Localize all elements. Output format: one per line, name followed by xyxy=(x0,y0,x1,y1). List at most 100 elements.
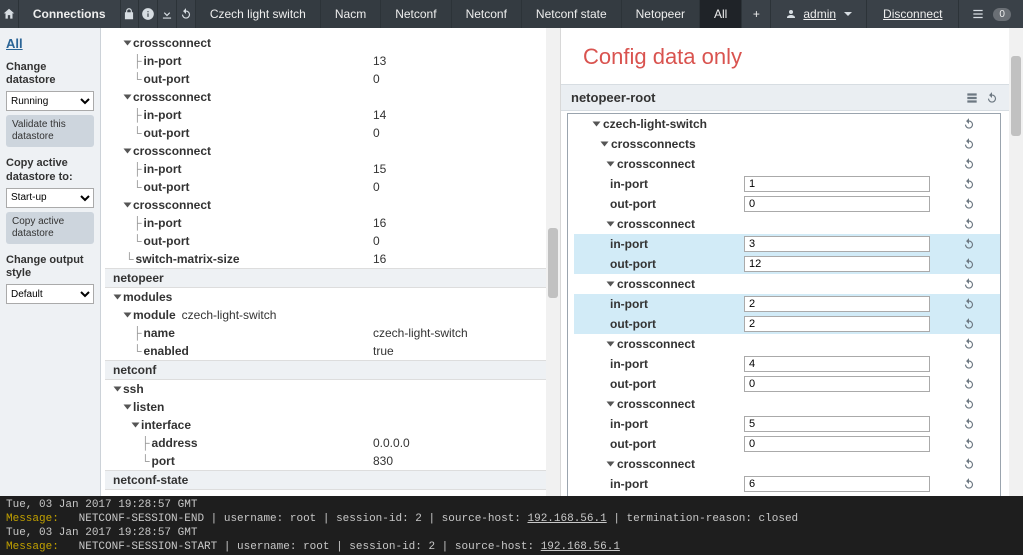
toggle-icon[interactable] xyxy=(124,41,132,46)
toggle-icon[interactable] xyxy=(607,342,615,347)
copy-datastore-button[interactable]: Copy active datastore xyxy=(6,212,94,244)
toggle-icon[interactable] xyxy=(114,295,122,300)
cfg-node[interactable]: crossconnect xyxy=(617,217,695,231)
notifications[interactable]: 0 xyxy=(958,0,1023,28)
tree-node[interactable]: modules xyxy=(123,290,172,304)
refresh-icon[interactable] xyxy=(985,91,999,105)
tree-leaf: port xyxy=(152,454,175,468)
refresh-icon[interactable] xyxy=(962,397,976,411)
cfg-out-port-row: out-port xyxy=(574,194,1000,214)
toggle-icon[interactable] xyxy=(124,405,132,410)
toggle-icon[interactable] xyxy=(124,313,132,318)
cfg-node[interactable]: crossconnect xyxy=(617,457,695,471)
refresh-icon[interactable] xyxy=(962,337,976,351)
toggle-icon[interactable] xyxy=(132,423,140,428)
refresh-icon[interactable] xyxy=(962,117,976,131)
refresh-icon[interactable] xyxy=(962,477,976,491)
toggle-icon[interactable] xyxy=(607,282,615,287)
copy-target-select[interactable]: Start-up xyxy=(6,188,94,208)
tree-node[interactable]: listen xyxy=(133,400,164,414)
out-port-input[interactable] xyxy=(744,436,930,452)
toggle-icon[interactable] xyxy=(124,203,132,208)
tree-node[interactable]: interface xyxy=(141,418,191,432)
user-menu[interactable]: admin xyxy=(770,0,866,28)
tab-netconf-1[interactable]: Netconf xyxy=(381,0,451,28)
cfg-in-port-row: in-port xyxy=(574,414,1000,434)
action-icon[interactable] xyxy=(965,91,979,105)
tree-node[interactable]: crossconnect xyxy=(133,144,211,158)
refresh-icon[interactable] xyxy=(962,437,976,451)
refresh-icon[interactable] xyxy=(962,317,976,331)
toggle-icon[interactable] xyxy=(607,402,615,407)
toggle-icon[interactable] xyxy=(607,162,615,167)
tree-node[interactable]: ssh xyxy=(123,382,144,396)
cfg-node[interactable]: crossconnect xyxy=(617,337,695,351)
sidebar-all-link[interactable]: All xyxy=(6,36,94,51)
refresh-icon[interactable] xyxy=(177,0,196,28)
tree-leaf: enabled xyxy=(144,344,189,358)
cfg-node[interactable]: czech-light-switch xyxy=(603,117,707,131)
in-port-input[interactable] xyxy=(744,236,930,252)
lock-icon[interactable] xyxy=(121,0,140,28)
cfg-node[interactable]: crossconnect xyxy=(617,277,695,291)
in-port-input[interactable] xyxy=(744,356,930,372)
tab-nacm[interactable]: Nacm xyxy=(321,0,381,28)
tab-netconf-2[interactable]: Netconf xyxy=(452,0,522,28)
tab-add[interactable]: + xyxy=(742,0,770,28)
toggle-icon[interactable] xyxy=(124,149,132,154)
cfg-out-port-row: out-port xyxy=(574,254,1000,274)
out-port-input[interactable] xyxy=(744,316,930,332)
field-label: in-port xyxy=(610,477,730,491)
output-style-select[interactable]: Default xyxy=(6,284,94,304)
datastore-select[interactable]: Running xyxy=(6,91,94,111)
validate-datastore-button[interactable]: Validate this datastore xyxy=(6,115,94,147)
refresh-icon[interactable] xyxy=(962,137,976,151)
tree-node[interactable]: module xyxy=(133,308,176,322)
data-tree: crossconnect ├in-port13 └out-port0 cross… xyxy=(101,28,560,496)
info-icon[interactable] xyxy=(139,0,158,28)
refresh-icon[interactable] xyxy=(962,157,976,171)
copy-datastore-label: Copy active datastore to: xyxy=(6,157,94,183)
refresh-icon[interactable] xyxy=(962,377,976,391)
tree-node[interactable]: crossconnect xyxy=(133,90,211,104)
out-port-input[interactable] xyxy=(744,256,930,272)
refresh-icon[interactable] xyxy=(962,457,976,471)
refresh-icon[interactable] xyxy=(962,177,976,191)
tree-leaf: out-port xyxy=(144,234,190,248)
toggle-icon[interactable] xyxy=(593,122,601,127)
in-port-input[interactable] xyxy=(744,296,930,312)
scrollbar-vertical[interactable] xyxy=(1009,28,1023,496)
tab-czech-light-switch[interactable]: Czech light switch xyxy=(196,0,321,28)
tab-netopeer[interactable]: Netopeer xyxy=(622,0,700,28)
disconnect-link[interactable]: Disconnect xyxy=(866,0,958,28)
cfg-node[interactable]: crossconnects xyxy=(611,137,696,151)
home-icon[interactable] xyxy=(0,0,19,28)
out-port-input[interactable] xyxy=(744,196,930,212)
tree-value: 14 xyxy=(373,108,386,122)
scrollbar-vertical[interactable] xyxy=(546,28,560,496)
toggle-icon[interactable] xyxy=(601,142,609,147)
download-icon[interactable] xyxy=(158,0,177,28)
in-port-input[interactable] xyxy=(744,476,930,492)
refresh-icon[interactable] xyxy=(962,357,976,371)
toggle-icon[interactable] xyxy=(114,387,122,392)
refresh-icon[interactable] xyxy=(962,237,976,251)
tab-all[interactable]: All xyxy=(700,0,742,28)
toggle-icon[interactable] xyxy=(124,95,132,100)
tab-netconf-state[interactable]: Netconf state xyxy=(522,0,622,28)
out-port-input[interactable] xyxy=(744,376,930,392)
cfg-node[interactable]: crossconnect xyxy=(617,157,695,171)
toggle-icon[interactable] xyxy=(607,462,615,467)
in-port-input[interactable] xyxy=(744,176,930,192)
refresh-icon[interactable] xyxy=(962,197,976,211)
in-port-input[interactable] xyxy=(744,416,930,432)
refresh-icon[interactable] xyxy=(962,217,976,231)
cfg-node[interactable]: crossconnect xyxy=(617,397,695,411)
refresh-icon[interactable] xyxy=(962,417,976,431)
toggle-icon[interactable] xyxy=(607,222,615,227)
tree-node[interactable]: crossconnect xyxy=(133,36,211,50)
tree-node[interactable]: crossconnect xyxy=(133,198,211,212)
refresh-icon[interactable] xyxy=(962,257,976,271)
refresh-icon[interactable] xyxy=(962,297,976,311)
refresh-icon[interactable] xyxy=(962,277,976,291)
